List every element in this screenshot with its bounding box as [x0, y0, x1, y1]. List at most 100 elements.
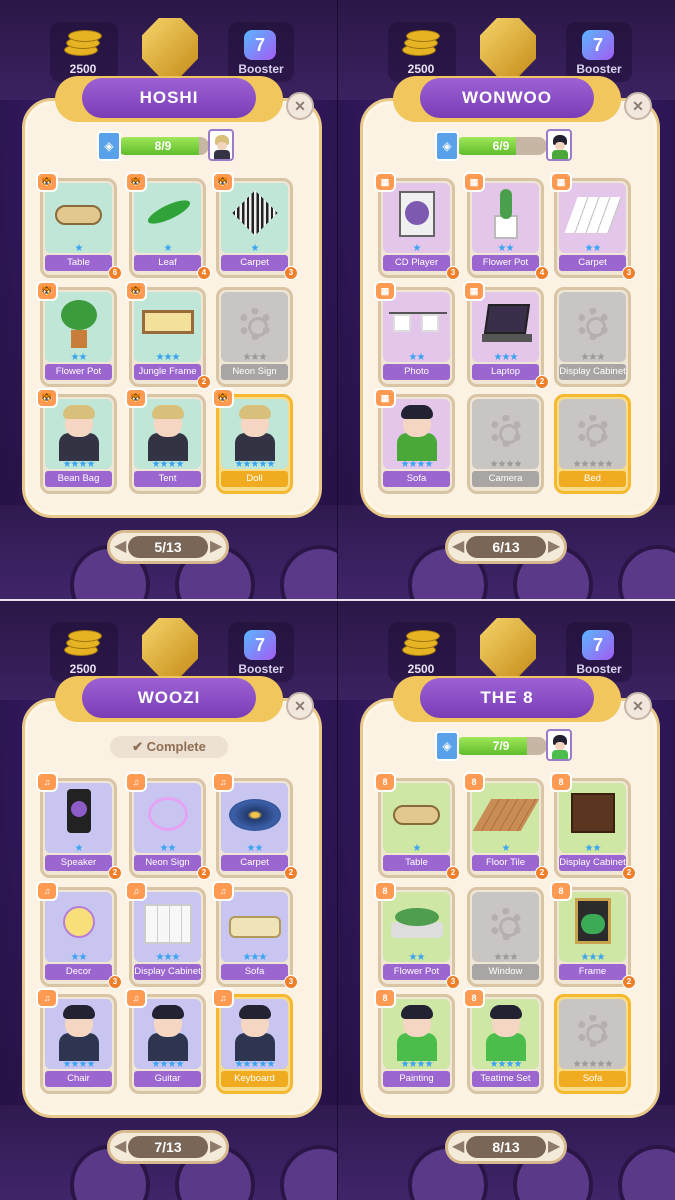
item-count-badge: 3 [284, 266, 298, 280]
star-rating: ★★★ [493, 352, 519, 363]
item-count-badge: 2 [446, 866, 460, 880]
collection-card[interactable]: ★★★ Display Cabinet [129, 887, 206, 987]
collection-card[interactable]: ★ Leaf [129, 178, 206, 278]
right-arrow-icon[interactable]: ▶ [210, 1137, 222, 1157]
right-arrow-icon[interactable]: ▶ [548, 537, 560, 557]
collection-card[interactable]: ★★ Neon Sign [129, 778, 206, 878]
close-icon[interactable]: ✕ [286, 92, 314, 120]
collection-card[interactable]: ★★★★ Guitar [129, 994, 206, 1094]
star-rating: ★★★ [580, 952, 606, 963]
card-label: Chair [45, 1071, 112, 1087]
collection-card[interactable]: ★★ Decor [40, 887, 117, 987]
collection-card[interactable]: ★★ Carpet [554, 178, 631, 278]
member-avatar[interactable] [208, 129, 234, 161]
character-hair [239, 405, 271, 419]
locked-gear-icon [577, 1015, 609, 1047]
coins-icon [402, 28, 440, 58]
close-icon[interactable]: ✕ [624, 92, 652, 120]
star-rating: ★★ [408, 352, 426, 363]
left-arrow-icon[interactable]: ◀ [114, 537, 126, 557]
character-hair [152, 1005, 184, 1019]
left-arrow-icon[interactable]: ◀ [452, 1137, 464, 1157]
card-label: Laptop [472, 364, 539, 380]
collection-card[interactable]: ★ Carpet [216, 178, 293, 278]
collection-card[interactable]: ★★★★ Bean Bag [40, 394, 117, 494]
right-arrow-icon[interactable]: ▶ [210, 537, 222, 557]
collection-card[interactable]: ★ Floor Tile [467, 778, 544, 878]
planet-decor-illustration [63, 906, 95, 938]
collection-card[interactable]: ★★ Carpet [216, 778, 293, 878]
collection-card[interactable]: ★ Table [378, 778, 455, 878]
collection-card[interactable]: ★★★★ Teatime Set [467, 994, 544, 1094]
collection-card[interactable]: ★★ Flower Pot [40, 287, 117, 387]
close-icon[interactable]: ✕ [624, 692, 652, 720]
collection-card[interactable]: ★★ Flower Pot [378, 887, 455, 987]
collection-card[interactable]: ★★★★ Camera [467, 394, 544, 494]
star-rating: ★★★★ [62, 459, 96, 470]
card-label: Teatime Set [472, 1071, 539, 1087]
table-illustration [393, 805, 440, 825]
star-rating: ★ [501, 843, 511, 854]
card-label: Carpet [221, 255, 288, 271]
star-rating: ★★★★ [489, 1059, 523, 1070]
star-rating: ★★★★★ [234, 459, 276, 470]
collection-card[interactable]: ★★★ Frame [554, 887, 631, 987]
card-label: Display Cabinet [559, 855, 626, 871]
coin-value: 2500 [407, 62, 435, 76]
panel-title: WOOZI [82, 678, 256, 718]
star-rating: ★ [250, 243, 260, 254]
card-label: Flower Pot [472, 255, 539, 271]
close-icon[interactable]: ✕ [286, 692, 314, 720]
collection-card[interactable]: ★★ Photo [378, 287, 455, 387]
left-arrow-icon[interactable]: ◀ [452, 537, 464, 557]
collection-card[interactable]: ★★★★★ Sofa [554, 994, 631, 1094]
collection-card[interactable]: ★★★ Neon Sign [216, 287, 293, 387]
collection-card[interactable]: ★★★★★ Keyboard [216, 994, 293, 1094]
flag-8-icon: 8 [374, 988, 396, 1008]
left-arrow-icon[interactable]: ◀ [114, 1137, 126, 1157]
leaf-illustration [145, 195, 193, 229]
panel-view-woozi: 2500 7 Booster WOOZI ✕ ✔ Complete ★ Speaker ♫ 2 ★★… [0, 600, 337, 1200]
collection-card[interactable]: ★★★ Display Cabinet [554, 287, 631, 387]
panel-view-hoshi: 2500 7 Booster HOSHI ✕ ◈ 8/9 ★ Table 🐯 6 ★ Leaf 🐯 4 ★ Ca… [0, 0, 337, 600]
collection-card[interactable]: ★★ Display Cabinet [554, 778, 631, 878]
star-rating: ★★★★★ [234, 1059, 276, 1070]
gem-hex-icon[interactable] [480, 618, 536, 676]
game-console-icon: ▦ [463, 281, 485, 301]
collection-card[interactable]: ★★★★★ Doll [216, 394, 293, 494]
gem-hex-icon[interactable] [142, 618, 198, 676]
member-avatar[interactable] [546, 129, 572, 161]
card-label: Carpet [221, 855, 288, 871]
booster-label: Booster [238, 662, 284, 676]
item-count-badge: 3 [284, 975, 298, 989]
music-icon: ♫ [212, 881, 234, 901]
collection-card[interactable]: ★★★★ Sofa [378, 394, 455, 494]
character-hair [490, 1005, 522, 1019]
collection-card[interactable]: ★ CD Player [378, 178, 455, 278]
collection-card[interactable]: ★★★★ Tent [129, 394, 206, 494]
collection-card[interactable]: ★★★ Sofa [216, 887, 293, 987]
planet-rug-illustration [229, 799, 281, 831]
collection-card[interactable]: ★★★ Window [467, 887, 544, 987]
cd-disc [405, 201, 429, 225]
game-console-icon: ▦ [374, 388, 396, 408]
card-label: Table [383, 855, 450, 871]
collection-card[interactable]: ★★★ Jungle Frame [129, 287, 206, 387]
right-arrow-icon[interactable]: ▶ [548, 1137, 560, 1157]
member-avatar[interactable] [546, 729, 572, 761]
collection-card[interactable]: ★★★★★ Bed [554, 394, 631, 494]
card-label: CD Player [383, 255, 450, 271]
photo-2 [421, 314, 439, 332]
card-label: Sofa [221, 964, 288, 980]
card-label: Painting [383, 1071, 450, 1087]
locked-gear-icon [577, 308, 609, 340]
collection-card[interactable]: ★★★ Laptop [467, 287, 544, 387]
collection-card[interactable]: ★★★★ Chair [40, 994, 117, 1094]
flag-8-icon: 8 [463, 988, 485, 1008]
tiger-icon: 🐯 [125, 388, 147, 408]
collection-card[interactable]: ★★★★ Painting [378, 994, 455, 1094]
collection-card[interactable]: ★ Speaker [40, 778, 117, 878]
collection-card[interactable]: ★★ Flower Pot [467, 178, 544, 278]
collection-card[interactable]: ★ Table [40, 178, 117, 278]
character-hair [63, 405, 95, 419]
